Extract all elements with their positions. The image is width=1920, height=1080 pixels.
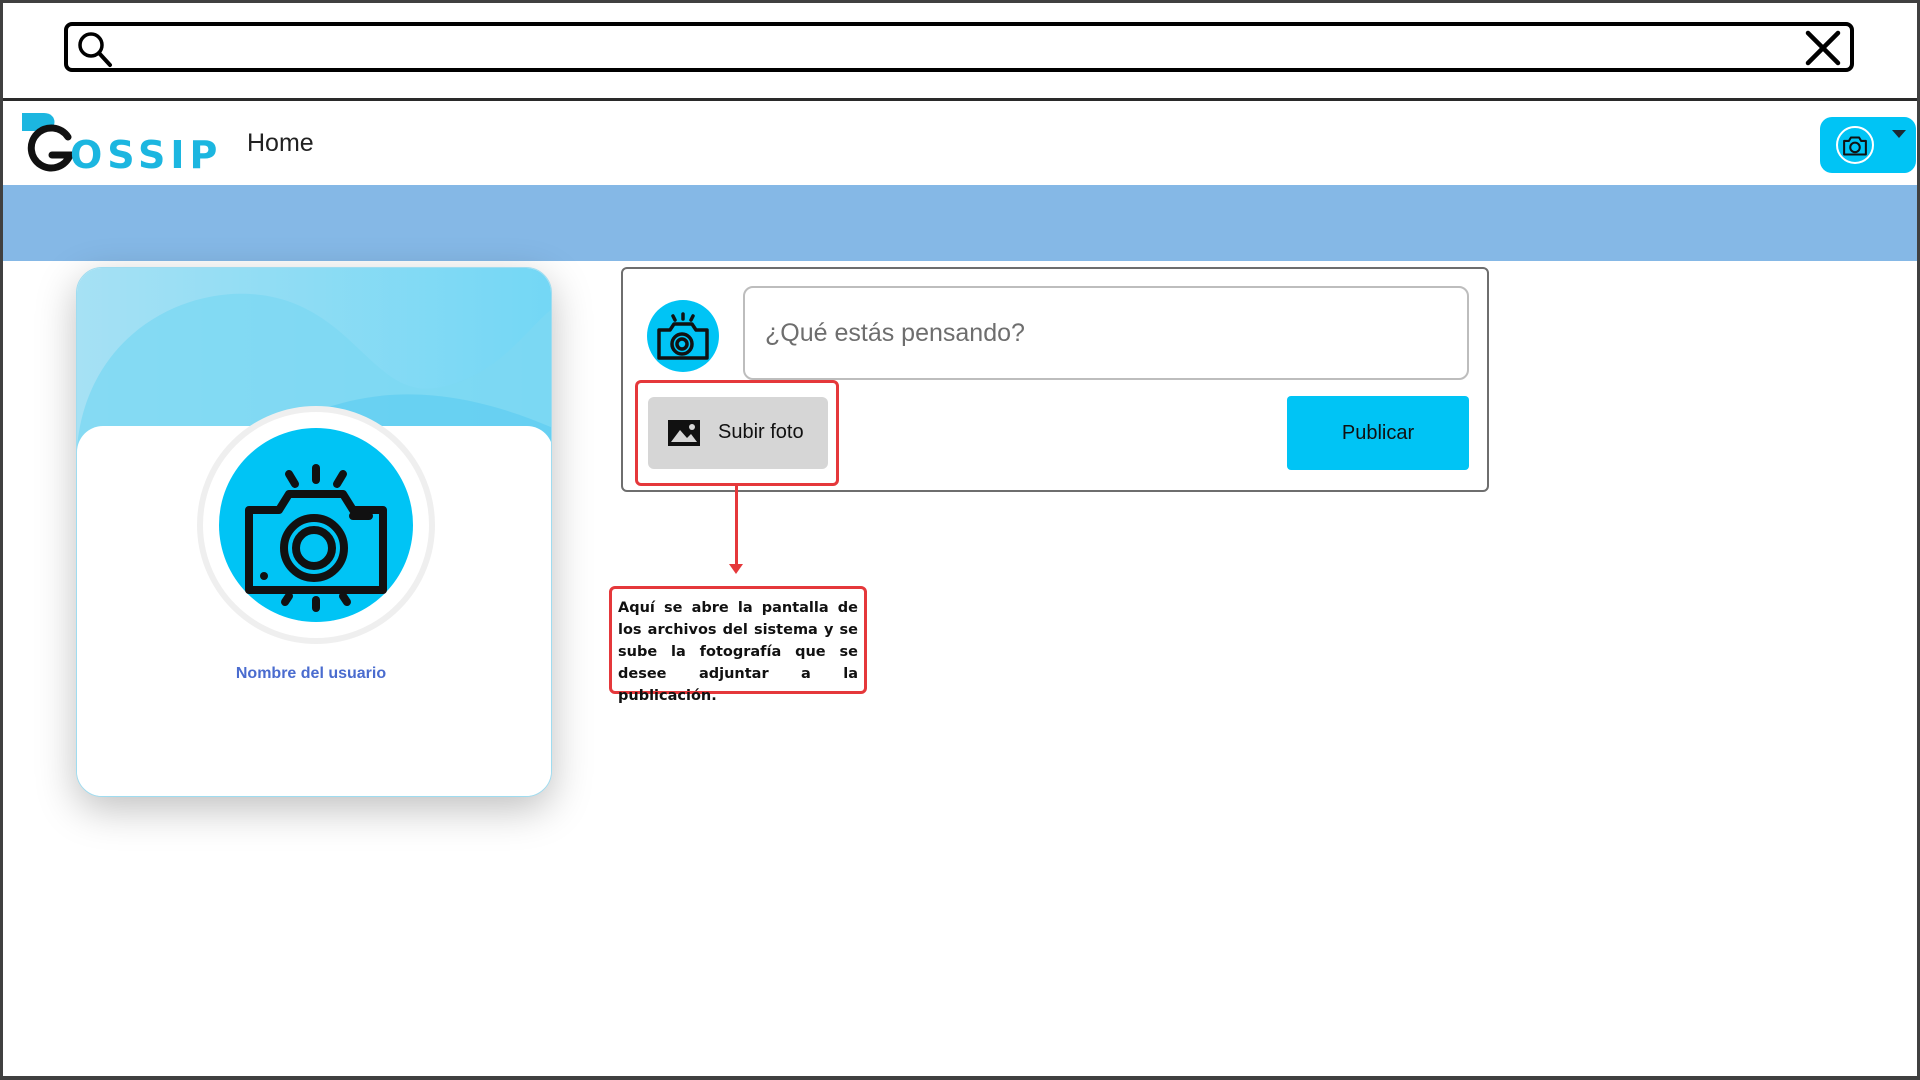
camera-icon xyxy=(657,312,709,360)
camera-icon xyxy=(245,464,387,612)
user-name: Nombre del usuario xyxy=(235,665,387,682)
publish-button[interactable]: Publicar xyxy=(1287,396,1469,470)
search-box[interactable] xyxy=(64,22,1854,72)
annotation-note: Aquí se abre la pantalla de los archivos… xyxy=(609,586,867,704)
composer-avatar xyxy=(647,300,719,372)
close-icon[interactable] xyxy=(1804,29,1842,67)
annotation-arrow-head xyxy=(729,564,743,574)
user-avatar-small xyxy=(1836,126,1874,164)
profile-menu-button[interactable] xyxy=(1820,117,1916,173)
post-input[interactable] xyxy=(743,286,1469,380)
user-avatar[interactable] xyxy=(219,428,413,622)
logo-text: OSSIP xyxy=(70,133,223,177)
chevron-down-icon xyxy=(1892,130,1906,138)
search-icon[interactable] xyxy=(74,29,114,69)
profile-card: Nombre del usuario xyxy=(76,267,552,797)
annotation-arrow xyxy=(735,486,738,566)
annotation-highlight xyxy=(635,380,839,486)
nav-home-link[interactable]: Home xyxy=(247,129,314,158)
search-input[interactable] xyxy=(128,30,1772,66)
search-bar xyxy=(0,0,1920,101)
camera-icon xyxy=(1843,136,1867,156)
navbar: OSSIP Home xyxy=(0,101,1920,185)
banner xyxy=(0,185,1920,261)
gossip-logo[interactable]: OSSIP xyxy=(18,109,217,179)
